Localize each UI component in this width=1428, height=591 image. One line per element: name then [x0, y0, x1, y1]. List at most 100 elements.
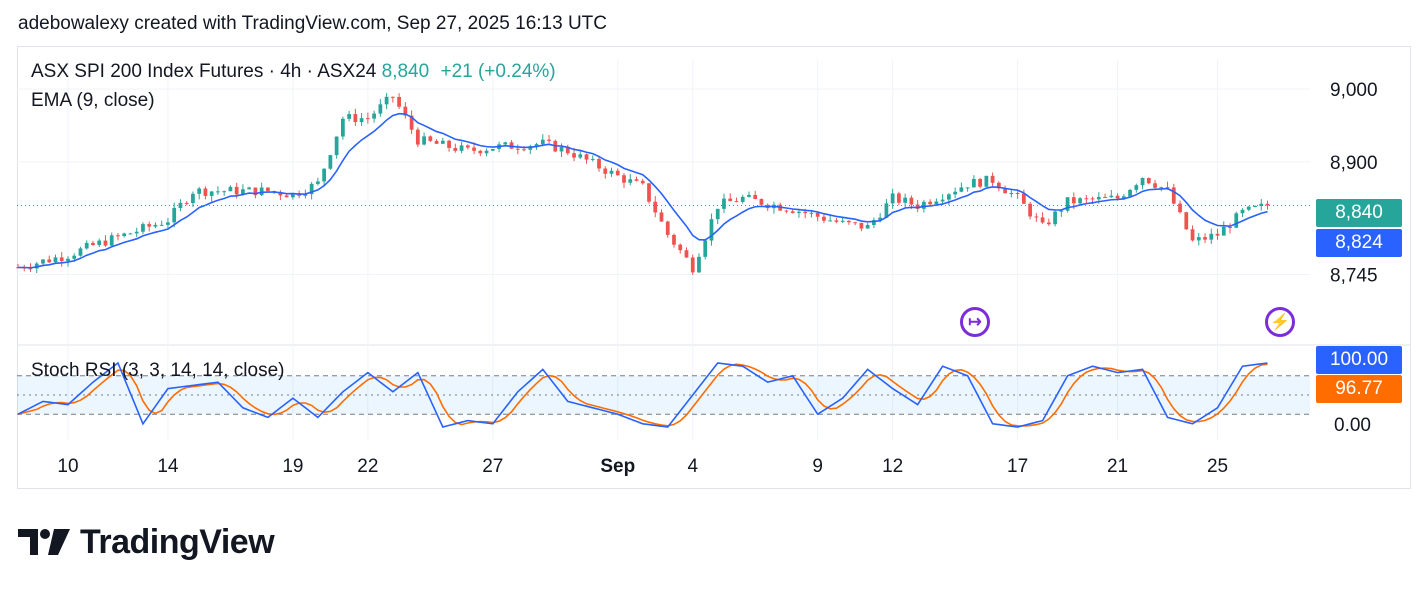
price-pane	[16, 93, 1310, 276]
candle-body	[697, 256, 701, 273]
candle-body	[259, 187, 264, 196]
candle-body	[897, 193, 901, 203]
candle-body	[1253, 206, 1257, 208]
x-tick-label: 10	[57, 456, 78, 477]
candle-body	[1246, 206, 1251, 210]
candle-body	[578, 154, 583, 158]
candle-body	[172, 207, 177, 223]
candle-body	[759, 199, 764, 205]
candle-body	[903, 197, 908, 203]
price-tick-label: 9,000	[1330, 80, 1378, 101]
candle-body	[572, 153, 576, 158]
candle-body	[847, 220, 851, 223]
candle-body	[122, 233, 127, 237]
logo-text: TradingView	[80, 522, 275, 561]
candle-body	[1015, 192, 1020, 194]
candle-body	[116, 235, 120, 237]
candle-body	[91, 242, 95, 245]
candle-body	[1153, 183, 1157, 188]
x-tick-label: 25	[1207, 456, 1228, 477]
candle-body	[390, 96, 395, 98]
candle-body	[1009, 192, 1014, 194]
candle-body	[103, 240, 108, 246]
candle-body	[353, 114, 358, 123]
x-tick-label: 14	[157, 456, 179, 477]
candle-body	[1021, 193, 1026, 204]
candle-body	[1078, 198, 1082, 204]
candle-body	[197, 188, 202, 194]
candle-body	[984, 175, 989, 187]
candle-body	[540, 139, 545, 145]
candle-body	[1103, 196, 1107, 198]
ema-legend[interactable]: EMA (9, close)	[31, 90, 155, 112]
candle-body	[228, 186, 233, 192]
candle-body	[1221, 226, 1226, 236]
x-tick-label: 22	[357, 456, 378, 477]
candle-body	[1134, 185, 1139, 190]
candle-body	[597, 158, 601, 169]
candle-body	[459, 145, 464, 151]
candle-body	[1053, 211, 1057, 225]
candle-body	[715, 208, 720, 220]
candle-body	[41, 259, 45, 264]
candle-body	[465, 145, 470, 148]
stoch-d-badge: 96.77	[1316, 375, 1402, 403]
candle-body	[216, 191, 220, 193]
candle-body	[378, 104, 383, 114]
symbol-legend[interactable]: ASX SPI 200 Index Futures · 4h · ASX24 8…	[31, 61, 556, 83]
candle-body	[628, 179, 633, 183]
candle-body	[834, 220, 839, 222]
candle-body	[647, 183, 651, 202]
candle-body	[47, 259, 52, 263]
lightning-circle-icon[interactable]: ⚡	[1265, 307, 1295, 337]
candle-body	[740, 196, 745, 202]
tradingview-logo[interactable]: TradingView	[18, 522, 275, 562]
candle-body	[384, 96, 389, 105]
candle-body	[266, 187, 270, 191]
candle-body	[653, 201, 658, 213]
candle-body	[603, 168, 608, 174]
tradingview-logo-mark	[18, 529, 70, 555]
candle-body	[1071, 197, 1076, 204]
candle-body	[959, 187, 964, 192]
chart-canvas[interactable]: 10 14 19 22 27 Sep 4 9 12 17 21 25 9,000 8,900 8,745 0.…	[0, 0, 1428, 591]
stoch-k-badge: 100.00	[1316, 346, 1402, 374]
candle-body	[815, 212, 820, 217]
candle-body	[965, 187, 970, 189]
candle-body	[372, 113, 376, 119]
candle-body	[1109, 195, 1114, 198]
candle-body	[141, 224, 145, 232]
candle-body	[515, 148, 520, 150]
x-tick-label: 12	[882, 456, 903, 477]
candle-body	[159, 224, 164, 226]
candle-body	[659, 212, 664, 222]
candle-body	[1203, 237, 1207, 240]
candle-body	[1240, 209, 1245, 214]
candle-body	[284, 195, 289, 198]
candle-body	[359, 118, 364, 123]
candle-body	[422, 136, 426, 145]
candle-body	[222, 191, 227, 193]
candle-body	[365, 118, 370, 120]
candle-body	[934, 201, 939, 205]
x-tick-label: 4	[687, 456, 698, 477]
candle-body	[853, 222, 858, 224]
x-tick-label: 17	[1007, 456, 1028, 477]
candle-body	[559, 146, 564, 152]
candle-body	[865, 224, 870, 229]
candle-body	[828, 220, 833, 222]
candle-body	[547, 139, 551, 141]
candle-body	[484, 150, 489, 154]
candle-body	[1028, 203, 1032, 217]
candle-body	[734, 201, 739, 203]
candle-body	[134, 231, 139, 234]
stoch-rsi-legend[interactable]: Stoch RSI (3, 3, 14, 14, close)	[31, 360, 284, 382]
candle-body	[753, 194, 758, 200]
candle-body	[59, 257, 64, 262]
arrow-right-circle-icon[interactable]: ↦	[960, 307, 990, 337]
candle-body	[909, 197, 914, 205]
candle-body	[940, 199, 945, 202]
candle-body	[153, 224, 158, 227]
candle-body	[53, 257, 58, 263]
candle-body	[797, 211, 801, 214]
